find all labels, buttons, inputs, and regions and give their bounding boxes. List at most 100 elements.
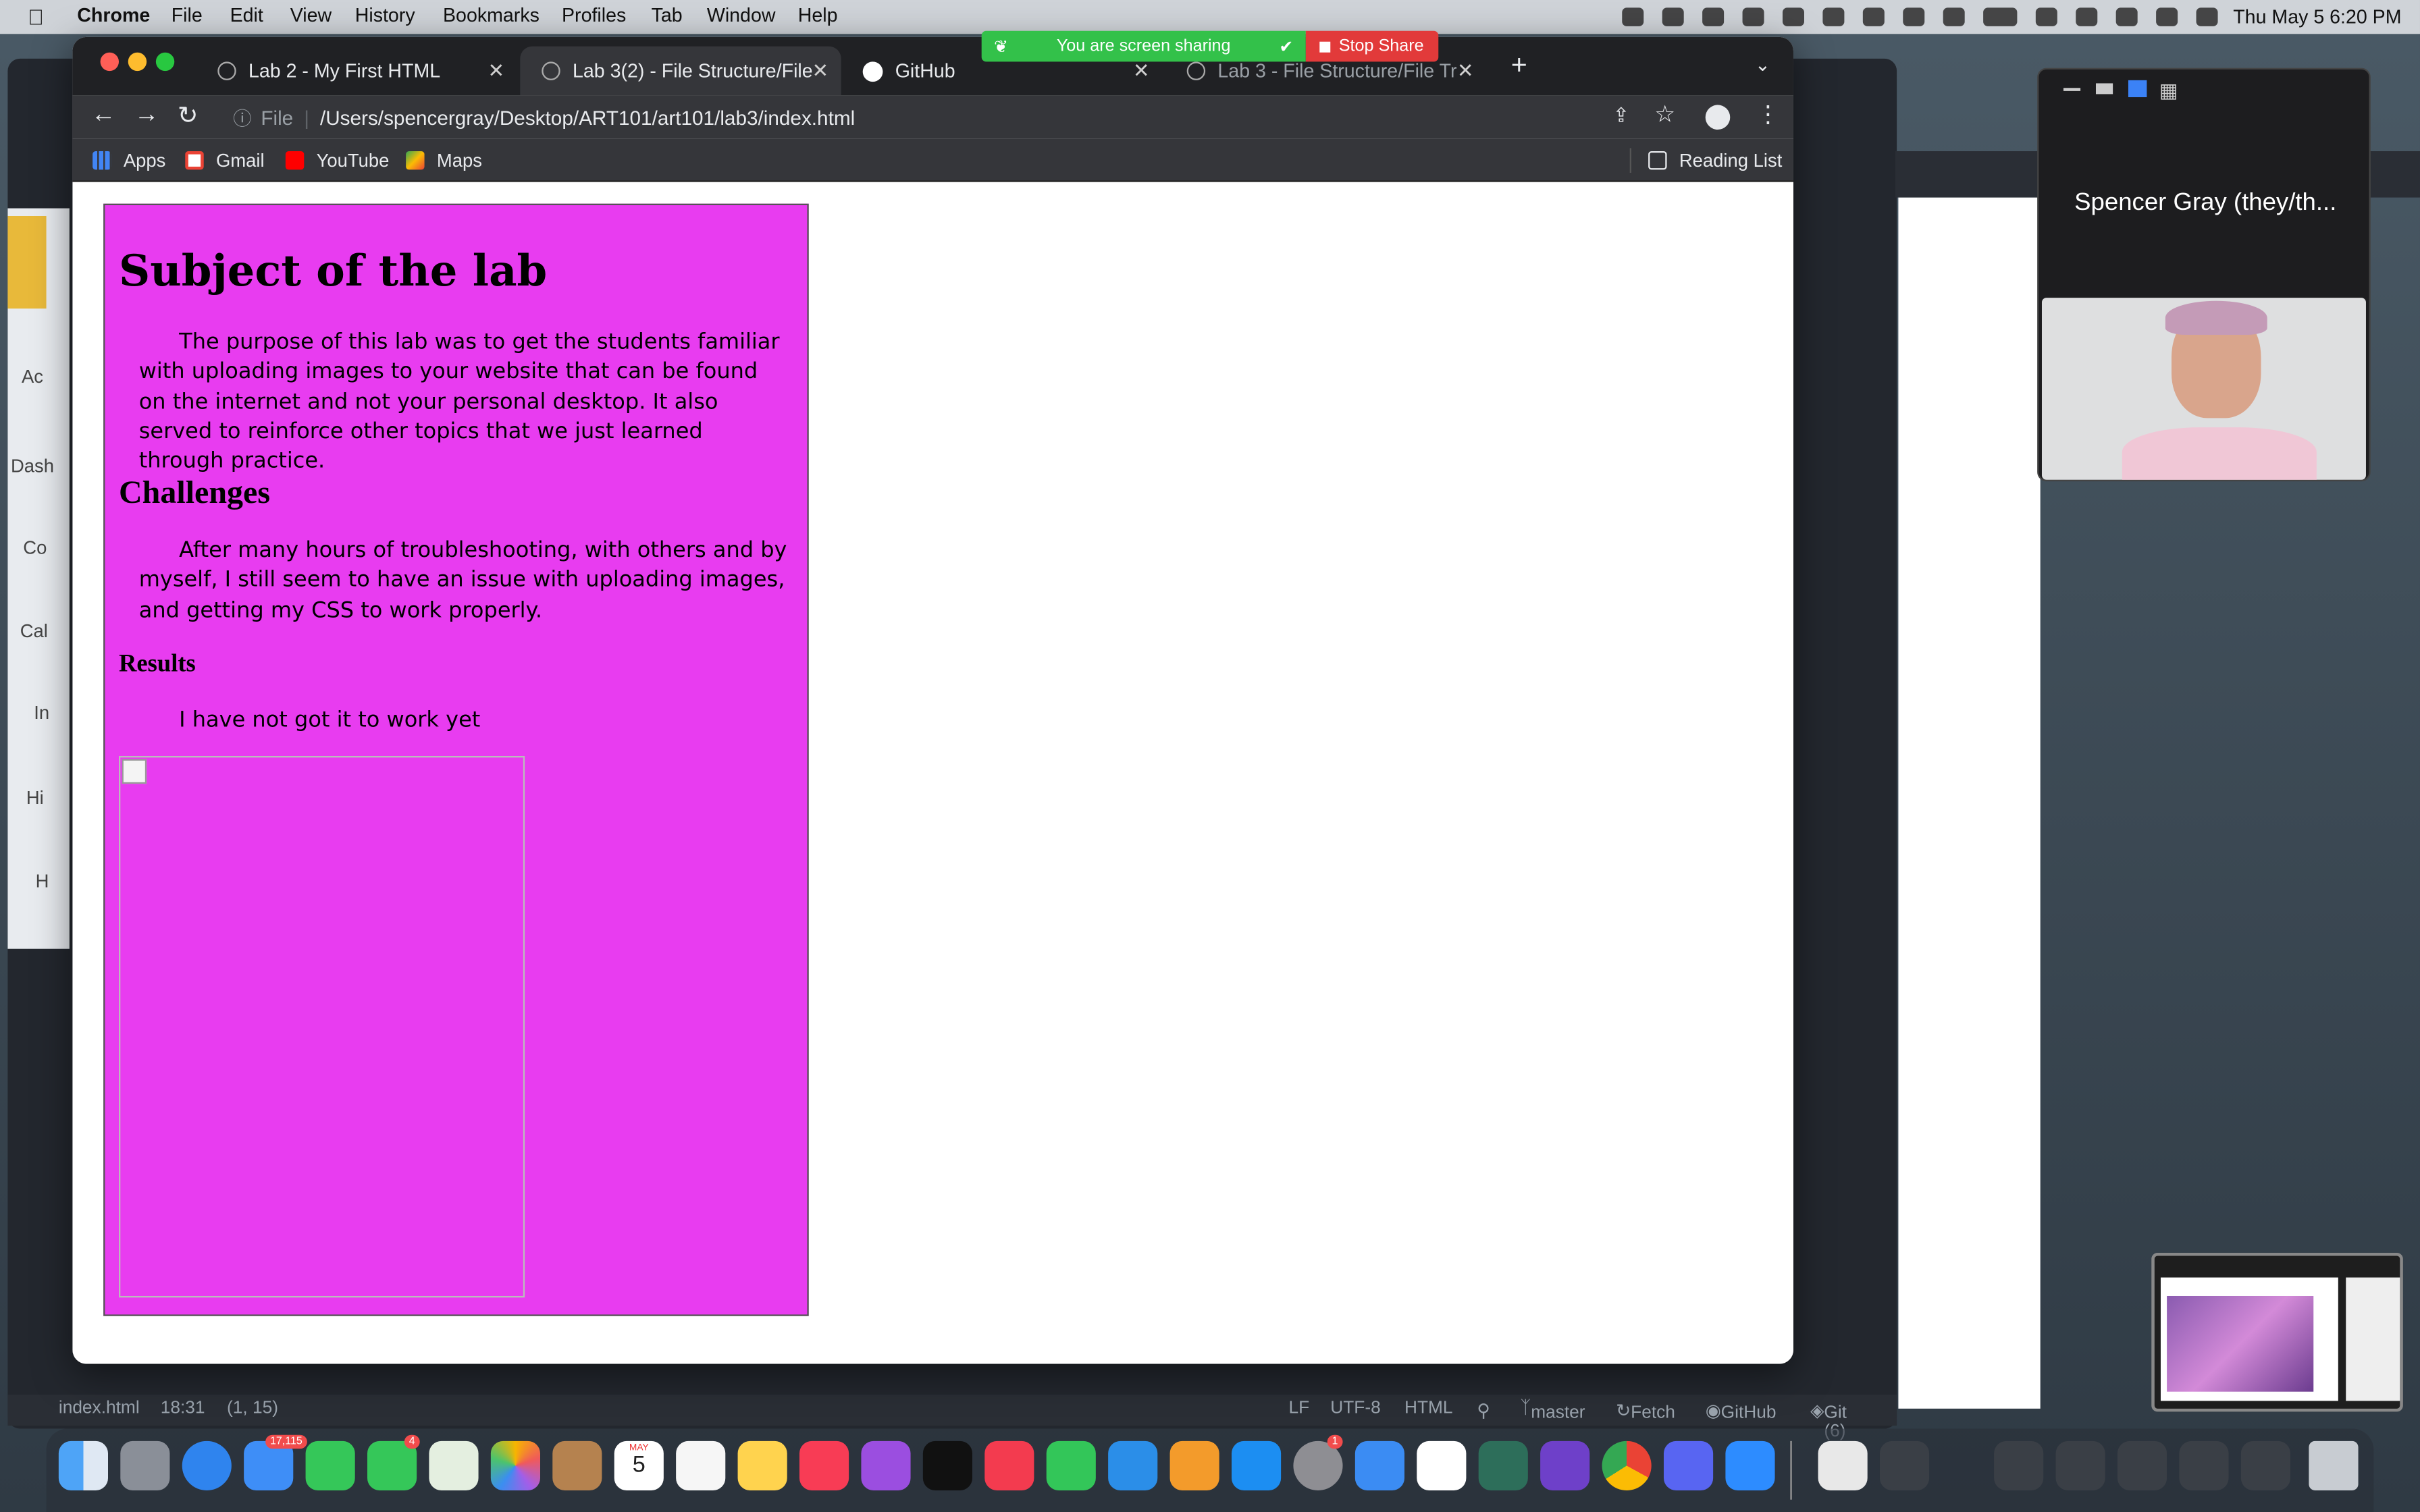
info-icon[interactable]: ⓘ bbox=[233, 104, 251, 130]
tab-lab3-active[interactable]: Lab 3(2) - File Structure/File Tr ✕ bbox=[520, 46, 841, 96]
time-machine-icon[interactable] bbox=[2076, 7, 2098, 26]
menu-history[interactable]: History bbox=[355, 5, 415, 26]
ide-status-fetch[interactable]: ↻ Fetch bbox=[1616, 1399, 1675, 1423]
menu-help[interactable]: Help bbox=[798, 5, 838, 26]
forward-icon[interactable]: → bbox=[134, 102, 159, 130]
ide-status-git[interactable]: ◈ Git (6) bbox=[1810, 1399, 1847, 1441]
ide-status-github[interactable]: ◉ GitHub bbox=[1706, 1399, 1777, 1423]
ide-status-broadcast-icon[interactable]: ⚲ bbox=[1477, 1399, 1490, 1421]
launchpad-icon[interactable] bbox=[120, 1440, 170, 1490]
zoom-app-icon[interactable] bbox=[1725, 1440, 1775, 1490]
ide-status-grammar[interactable]: HTML bbox=[1404, 1399, 1453, 1418]
menu-window[interactable]: Window bbox=[707, 5, 776, 26]
creative-cloud-icon[interactable] bbox=[1662, 7, 1684, 26]
tab-lab2[interactable]: Lab 2 - My First HTML ✕ bbox=[196, 47, 517, 96]
atom-icon[interactable] bbox=[1478, 1440, 1528, 1490]
dock-window-thumb-icon[interactable] bbox=[2240, 1440, 2290, 1490]
spotlight-search-icon[interactable] bbox=[2115, 7, 2138, 26]
ide-status-cursor[interactable]: 18:31 bbox=[161, 1399, 205, 1418]
menu-app-name[interactable]: Chrome bbox=[77, 5, 150, 26]
menu-tab[interactable]: Tab bbox=[652, 5, 683, 26]
reminders-icon[interactable] bbox=[676, 1440, 726, 1490]
messages-icon[interactable]: 4 bbox=[367, 1434, 420, 1490]
participant-video[interactable] bbox=[2041, 298, 2366, 480]
dock-window-thumb-icon[interactable] bbox=[1994, 1440, 2044, 1490]
ide-status-file[interactable]: index.html bbox=[59, 1399, 140, 1418]
arc-icon[interactable] bbox=[1354, 1440, 1404, 1490]
menu-profiles[interactable]: Profiles bbox=[562, 5, 626, 26]
github-desktop-icon[interactable] bbox=[1540, 1440, 1590, 1490]
menu-file[interactable]: File bbox=[172, 5, 203, 26]
google-play-icon[interactable] bbox=[1417, 1440, 1467, 1490]
new-tab-icon[interactable]: + bbox=[1511, 49, 1527, 82]
strip-view-icon[interactable] bbox=[2128, 80, 2147, 97]
zoom-status-icon[interactable] bbox=[1622, 7, 1644, 26]
dock-document-icon[interactable] bbox=[1818, 1440, 1868, 1490]
profile-avatar-icon[interactable] bbox=[1705, 105, 1731, 130]
arc-status-icon[interactable] bbox=[1742, 7, 1764, 26]
address-bar[interactable]: ⓘ File | /Users/spencergray/Desktop/ART1… bbox=[221, 97, 1610, 137]
keynote-icon[interactable] bbox=[1108, 1440, 1158, 1490]
maximize-window-button[interactable] bbox=[155, 52, 175, 72]
reload-icon[interactable]: ↻ bbox=[178, 101, 199, 132]
dock-window-thumb-icon[interactable] bbox=[2179, 1440, 2229, 1490]
share-icon[interactable]: ⇪ bbox=[1613, 103, 1630, 128]
bookmark-star-icon[interactable]: ☆ bbox=[1654, 101, 1675, 128]
dock-window-thumb-icon[interactable] bbox=[2117, 1440, 2167, 1490]
keyboard-icon[interactable] bbox=[1903, 7, 1925, 26]
back-icon[interactable]: ← bbox=[91, 102, 116, 130]
finder-icon[interactable] bbox=[58, 1440, 108, 1490]
calendar-icon[interactable]: MAY 5 bbox=[614, 1440, 664, 1490]
close-tab-icon[interactable]: ✕ bbox=[1457, 59, 1474, 84]
ide-status-selection[interactable]: (1, 15) bbox=[227, 1399, 278, 1418]
discord-icon[interactable] bbox=[1663, 1440, 1714, 1490]
ide-status-encoding[interactable]: UTF-8 bbox=[1330, 1399, 1380, 1418]
numbers-icon[interactable] bbox=[1046, 1440, 1096, 1490]
media-status-icon[interactable] bbox=[1782, 7, 1804, 26]
close-tab-icon[interactable]: ✕ bbox=[1133, 59, 1150, 84]
photos-icon[interactable] bbox=[490, 1440, 540, 1490]
bookmark-apps[interactable]: Apps bbox=[93, 150, 165, 171]
ide-status-branch[interactable]: ᛉ master bbox=[1520, 1399, 1585, 1422]
music-icon[interactable] bbox=[799, 1440, 849, 1490]
display-icon[interactable] bbox=[1822, 7, 1845, 26]
windows-icon[interactable] bbox=[1862, 7, 1885, 26]
tab-search-chevron-icon[interactable]: ⌄ bbox=[1755, 54, 1770, 76]
dock-window-thumb-icon[interactable] bbox=[1879, 1440, 1930, 1490]
gallery-view-icon[interactable]: ▦ bbox=[2159, 79, 2178, 104]
bookmark-gmail[interactable]: Gmail bbox=[185, 150, 265, 171]
apple-menu-icon[interactable]:  bbox=[28, 5, 44, 30]
stop-share-button[interactable]: Stop Share bbox=[1305, 30, 1439, 62]
chrome-menu-icon[interactable]: ⋮ bbox=[1756, 101, 1779, 128]
bookmark-youtube[interactable]: YouTube bbox=[285, 150, 389, 171]
battery-icon[interactable] bbox=[1982, 7, 2018, 26]
facetime-icon[interactable] bbox=[305, 1440, 355, 1490]
ide-status-line-ending[interactable]: LF bbox=[1289, 1399, 1310, 1418]
news-icon[interactable] bbox=[984, 1440, 1034, 1490]
control-center-icon[interactable] bbox=[2155, 7, 2178, 26]
mail-icon[interactable]: 17,115 bbox=[244, 1434, 307, 1490]
wifi-icon[interactable] bbox=[2035, 7, 2057, 26]
chrome-icon[interactable] bbox=[1602, 1440, 1652, 1490]
screenshot-thumbnail[interactable] bbox=[2151, 1252, 2403, 1412]
bookmark-maps[interactable]: Maps bbox=[406, 150, 482, 171]
siri-icon[interactable] bbox=[2196, 7, 2218, 26]
maps-app-icon[interactable] bbox=[429, 1440, 479, 1490]
dock-window-thumb-icon[interactable] bbox=[2055, 1440, 2105, 1490]
reading-list-button[interactable]: Reading List bbox=[1648, 150, 1782, 171]
bluetooth-icon[interactable] bbox=[1943, 7, 1965, 26]
speaker-view-icon[interactable] bbox=[2095, 83, 2113, 94]
notes-icon[interactable] bbox=[737, 1440, 787, 1490]
close-window-button[interactable] bbox=[100, 52, 119, 72]
menu-bookmarks[interactable]: Bookmarks bbox=[443, 5, 540, 26]
safari-icon[interactable] bbox=[182, 1440, 232, 1490]
close-tab-icon[interactable]: ✕ bbox=[488, 59, 504, 84]
system-preferences-icon[interactable]: 1 bbox=[1293, 1434, 1343, 1490]
menu-edit[interactable]: Edit bbox=[230, 5, 263, 26]
play-status-icon[interactable] bbox=[1702, 7, 1724, 26]
pages-icon[interactable] bbox=[1169, 1440, 1219, 1490]
contacts-icon[interactable] bbox=[552, 1440, 602, 1490]
close-tab-icon[interactable]: ✕ bbox=[812, 59, 828, 84]
menu-view[interactable]: View bbox=[290, 5, 332, 26]
trash-icon[interactable] bbox=[2309, 1440, 2359, 1490]
